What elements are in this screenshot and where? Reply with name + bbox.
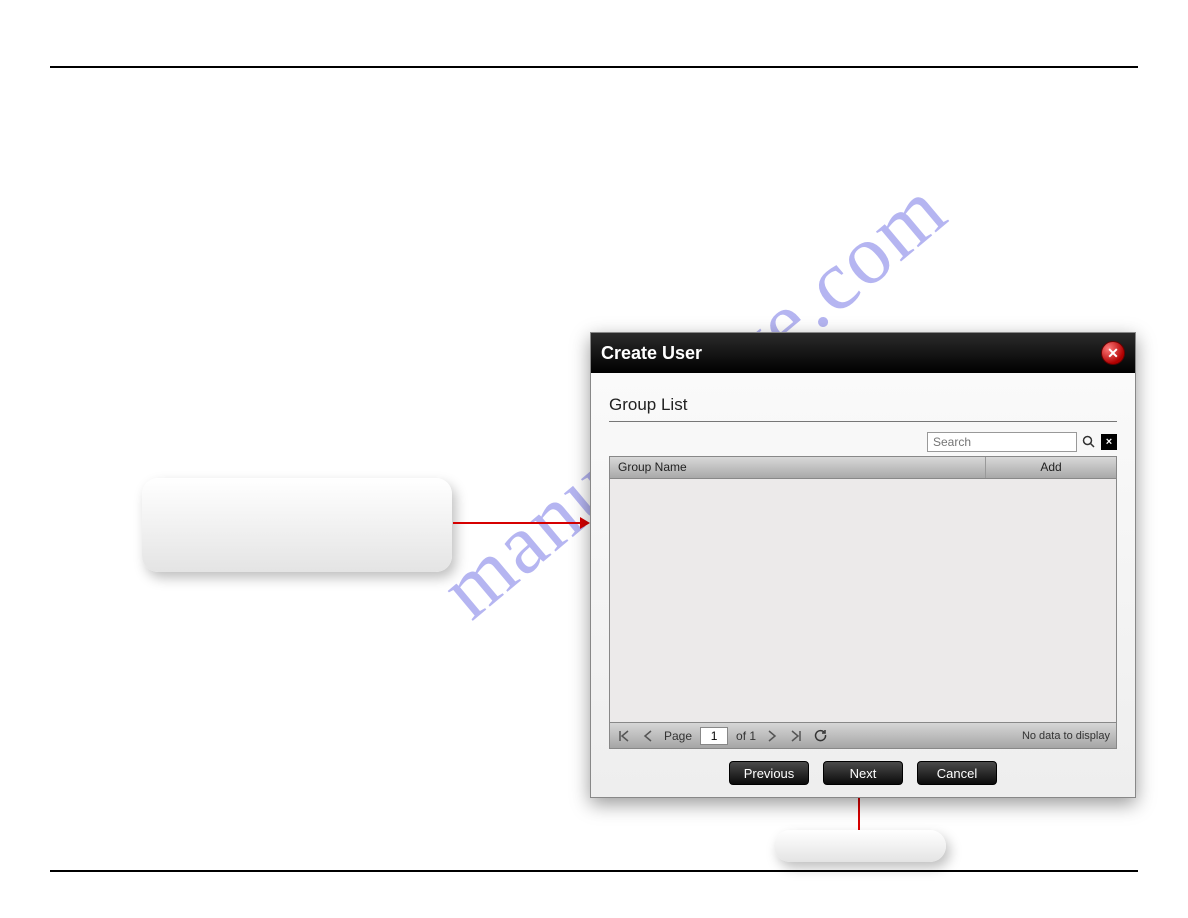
page-of-label: of 1 — [736, 729, 756, 743]
first-page-icon[interactable] — [616, 728, 632, 744]
next-page-icon[interactable] — [764, 728, 780, 744]
top-rule — [50, 66, 1138, 68]
grid-header: Group Name Add — [610, 457, 1116, 479]
column-add[interactable]: Add — [986, 457, 1116, 478]
prev-page-icon[interactable] — [640, 728, 656, 744]
previous-button[interactable]: Previous — [729, 761, 809, 785]
dialog-body: Group List × Group Name Add — [591, 373, 1135, 797]
callout-bottom — [774, 830, 946, 862]
dialog-actions: Previous Next Cancel — [609, 749, 1117, 789]
refresh-icon[interactable] — [812, 728, 828, 744]
column-group-name[interactable]: Group Name — [610, 457, 986, 478]
last-page-icon[interactable] — [788, 728, 804, 744]
dialog-titlebar: Create User ✕ — [591, 333, 1135, 373]
search-icon[interactable] — [1081, 434, 1097, 450]
section-title: Group List — [609, 395, 1117, 422]
cancel-button[interactable]: Cancel — [917, 761, 997, 785]
grid-footer: Page of 1 No data to display — [610, 722, 1116, 748]
page-label: Page — [664, 729, 692, 743]
bottom-rule — [50, 870, 1138, 872]
close-icon: ✕ — [1107, 345, 1119, 362]
search-input[interactable] — [927, 432, 1077, 452]
dialog-title: Create User — [601, 343, 1101, 364]
page-input[interactable] — [700, 727, 728, 745]
group-grid: Group Name Add Page of 1 — [609, 456, 1117, 749]
close-button[interactable]: ✕ — [1101, 341, 1125, 365]
no-data-label: No data to display — [1022, 730, 1110, 742]
arrow-to-dialog — [453, 522, 588, 524]
search-row: × — [609, 432, 1117, 452]
next-button[interactable]: Next — [823, 761, 903, 785]
grid-body — [610, 479, 1116, 722]
callout-left — [142, 478, 452, 572]
create-user-dialog: Create User ✕ Group List × Group Nam — [590, 332, 1136, 798]
clear-search-icon[interactable]: × — [1101, 434, 1117, 450]
